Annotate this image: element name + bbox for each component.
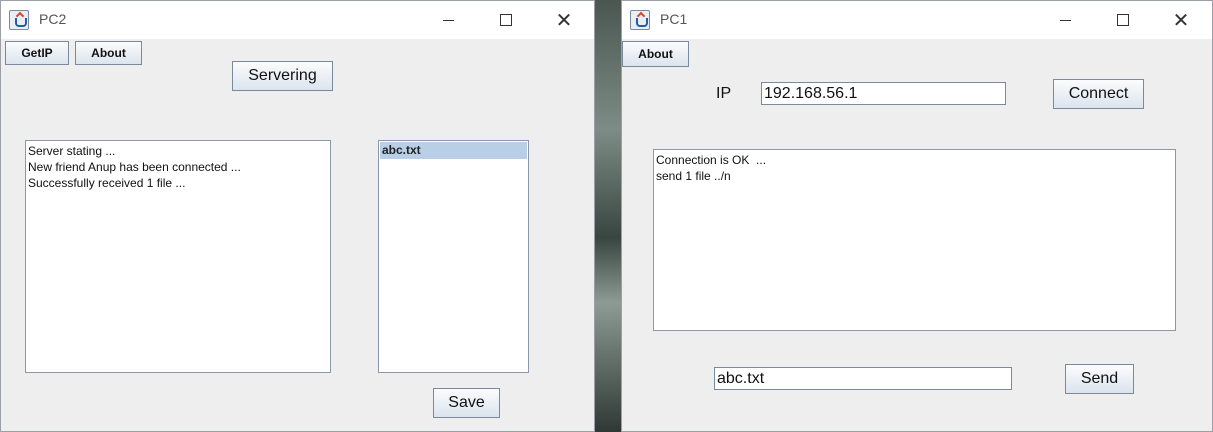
save-button[interactable]: Save <box>433 388 500 418</box>
send-button[interactable]: Send <box>1065 364 1134 394</box>
log-line: send 1 file ../n <box>656 169 731 183</box>
servering-button[interactable]: Servering <box>232 61 333 91</box>
pc2-window-title: PC2 <box>39 11 67 27</box>
ip-field[interactable]: 192.168.56.1 <box>761 82 1006 105</box>
java-coffee-icon <box>630 10 650 30</box>
about-button[interactable]: About <box>622 41 689 67</box>
minimize-icon[interactable] <box>425 1 471 39</box>
log-line: New friend Anup has been connected ... <box>28 160 241 174</box>
ip-label: IP <box>716 85 732 102</box>
pc2-window: PC2 ✕ GetIP About Servering Server stati… <box>0 0 595 432</box>
about-button[interactable]: About <box>75 41 142 65</box>
client-log-textarea[interactable]: Connection is OK ... send 1 file ../n <box>653 149 1176 331</box>
minimize-icon[interactable] <box>1042 1 1088 39</box>
close-icon[interactable]: ✕ <box>1158 1 1204 39</box>
getip-button[interactable]: GetIP <box>5 41 69 65</box>
maximize-icon[interactable] <box>1100 1 1146 39</box>
list-item[interactable]: abc.txt <box>380 142 527 159</box>
java-coffee-icon <box>9 10 29 30</box>
log-line: Connection is OK ... <box>656 153 767 167</box>
maximize-icon[interactable] <box>483 1 529 39</box>
log-line: Server stating ... <box>28 144 116 158</box>
desktop-background <box>594 0 621 432</box>
pc1-titlebar[interactable]: PC1 ✕ <box>622 1 1212 39</box>
pc2-titlebar[interactable]: PC2 ✕ <box>1 1 594 39</box>
pc1-window-title: PC1 <box>660 11 688 27</box>
close-icon[interactable]: ✕ <box>541 1 587 39</box>
pc1-window: PC1 ✕ About IP 192.168.56.1 Connect Conn… <box>621 0 1213 432</box>
file-name-field[interactable]: abc.txt <box>714 367 1012 390</box>
log-line: Successfully received 1 file ... <box>28 176 186 190</box>
server-log-textarea[interactable]: Server stating ... New friend Anup has b… <box>25 140 331 373</box>
received-files-list[interactable]: abc.txt <box>378 140 529 373</box>
connect-button[interactable]: Connect <box>1053 79 1144 109</box>
